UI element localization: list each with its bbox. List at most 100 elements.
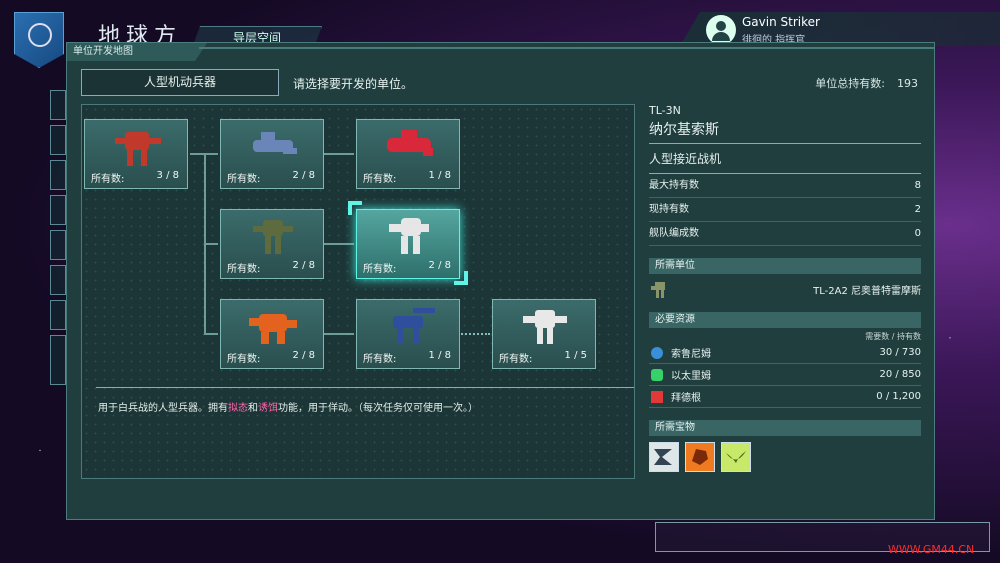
side-menu-button[interactable] (50, 90, 66, 120)
unit-thumbnail-icon (389, 218, 429, 254)
count-value: 2 / 8 (428, 260, 451, 271)
bydogen-icon (651, 390, 663, 403)
side-menu-button[interactable] (50, 335, 66, 385)
treasure-beast-icon[interactable] (685, 442, 715, 472)
unit-node[interactable]: 所有数: 2 / 8 (220, 299, 324, 369)
resource-value: 20 / 850 (879, 369, 921, 380)
unit-node[interactable]: 所有数: 2 / 8 (220, 209, 324, 279)
required-unit-name: TL-2A2 尼奥普特雷摩斯 (813, 285, 921, 297)
stat-label: 最大持有数 (649, 180, 699, 191)
count-label: 所有数: (227, 264, 261, 275)
category-selector[interactable]: 人型机动兵器 (81, 69, 279, 96)
unit-count: 所有数: 2 / 8 (227, 350, 315, 365)
resource-row: 以太里姆 20 / 850 (649, 364, 921, 386)
instruction-text: 请选择要开发的单位。 (293, 77, 414, 91)
count-value: 1 / 5 (564, 350, 587, 361)
side-menu-button[interactable] (50, 160, 66, 190)
tree-connector (204, 243, 218, 245)
unit-description: 用于白兵战的人型兵器。拥有拟态和诱饵功能，用于佯动。（每次任务仅可使用一次。） (98, 399, 478, 414)
required-unit-icon (651, 282, 665, 298)
stat-value: 2 (914, 204, 921, 215)
resource-name: 索鲁尼姆 (671, 349, 711, 360)
unit-count: 所有数: 1 / 8 (363, 350, 451, 365)
resource-name: 拜德根 (671, 393, 701, 404)
avatar-icon (706, 15, 736, 45)
required-unit-row[interactable]: TL-2A2 尼奥普特雷摩斯 (649, 274, 921, 304)
unit-development-panel: 单位开发地图 人型机动兵器 请选择要开发的单位。 单位总持有数: 193 所有数:… (66, 42, 935, 520)
panel-title-rule (199, 47, 934, 49)
highlight-decoy: 诱饵 (258, 403, 278, 414)
treasure-list (649, 442, 921, 472)
stat-row: 舰队编成数 0 (649, 222, 921, 246)
count-label: 所有数: (227, 174, 261, 185)
unit-detail-panel: TL-3N 纳尔基索斯 人型接近战机 最大持有数 8 现持有数 2 舰队编成数 0 所… (649, 104, 921, 472)
unit-thumbnail-icon (249, 314, 297, 344)
tree-connector-locked (458, 333, 490, 335)
description-text: 功能，用于佯动。（每次任务仅可使用一次。） (278, 403, 478, 414)
unit-thumbnail-icon (253, 220, 293, 254)
solunium-icon (651, 346, 663, 359)
tree-connector (322, 333, 354, 335)
side-menu-button[interactable] (50, 230, 66, 260)
unit-name: 纳尔基索斯 (649, 119, 921, 144)
resource-name: 以太里姆 (671, 371, 711, 382)
unit-type: 人型接近战机 (649, 150, 921, 174)
tree-connector (322, 243, 354, 245)
stat-row: 现持有数 2 (649, 198, 921, 222)
resource-row: 拜德根 0 / 1,200 (649, 386, 921, 408)
unit-code: TL-3N (649, 104, 681, 117)
panel-title: 单位开发地图 (67, 43, 207, 61)
count-value: 2 / 8 (292, 260, 315, 271)
side-menu-button[interactable] (50, 125, 66, 155)
count-label: 所有数: (363, 174, 397, 185)
development-tree: 所有数: 3 / 8 所有数: 2 / 8 所有数: 1 / 8 所有数: 2 / 8 … (81, 104, 635, 479)
watermark: WWW.GM44.CN (888, 543, 975, 556)
player-name: Gavin Striker (742, 15, 820, 29)
unit-node[interactable]: 所有数: 1 / 8 (356, 119, 460, 189)
etherium-icon (651, 368, 663, 381)
side-menu-button[interactable] (50, 300, 66, 330)
selection-bracket (454, 271, 468, 285)
required-unit-header: 所需单位 (649, 258, 921, 274)
stat-value: 0 (914, 228, 921, 239)
resources-header: 必要资源 (649, 312, 921, 328)
player-profile[interactable]: Gavin Striker 徘徊的 指挥官 (680, 12, 1000, 46)
unit-node[interactable]: 所有数: 1 / 8 (356, 299, 460, 369)
unit-node[interactable]: 所有数: 3 / 8 (84, 119, 188, 189)
count-label: 所有数: (499, 354, 533, 365)
description-text: 用于白兵战的人型兵器。拥有 (98, 403, 228, 414)
description-text: 和 (248, 403, 258, 414)
unit-count: 所有数: 2 / 8 (363, 260, 451, 275)
resource-value: 0 / 1,200 (876, 391, 921, 402)
stat-label: 舰队编成数 (649, 228, 699, 239)
unit-node-selected[interactable]: 所有数: 2 / 8 (356, 209, 460, 279)
count-value: 2 / 8 (292, 350, 315, 361)
unit-thumbnail-icon (387, 130, 433, 156)
stat-value: 8 (914, 180, 921, 191)
total-units: 单位总持有数: 193 (815, 75, 918, 91)
total-units-label: 单位总持有数: (815, 77, 885, 90)
highlight-mimicry: 拟态 (228, 403, 248, 414)
unit-count: 所有数: 3 / 8 (91, 170, 179, 185)
treasure-claw-icon[interactable] (649, 442, 679, 472)
unit-thumbnail-icon (253, 132, 297, 154)
unit-count: 所有数: 1 / 8 (363, 170, 451, 185)
side-menu-button[interactable] (50, 195, 66, 225)
unit-count: 所有数: 1 / 5 (499, 350, 587, 365)
resource-value: 30 / 730 (879, 347, 921, 358)
top-bar: 地球方 导层空间 Gavin Striker 徘徊的 指挥官 (0, 0, 1000, 68)
count-value: 3 / 8 (156, 170, 179, 181)
side-menu-button[interactable] (50, 265, 66, 295)
tree-connector (322, 153, 354, 155)
stat-label: 现持有数 (649, 204, 689, 215)
treasures-header: 所需宝物 (649, 420, 921, 436)
unit-thumbnail-icon (393, 308, 435, 344)
treasure-wing-icon[interactable] (721, 442, 751, 472)
resource-row: 索鲁尼姆 30 / 730 (649, 342, 921, 364)
count-label: 所有数: (227, 354, 261, 365)
unit-thumbnail-icon (523, 310, 567, 344)
unit-node[interactable]: 所有数: 2 / 8 (220, 119, 324, 189)
count-value: 1 / 8 (428, 350, 451, 361)
count-label: 所有数: (363, 354, 397, 365)
unit-node-locked[interactable]: 所有数: 1 / 5 (492, 299, 596, 369)
